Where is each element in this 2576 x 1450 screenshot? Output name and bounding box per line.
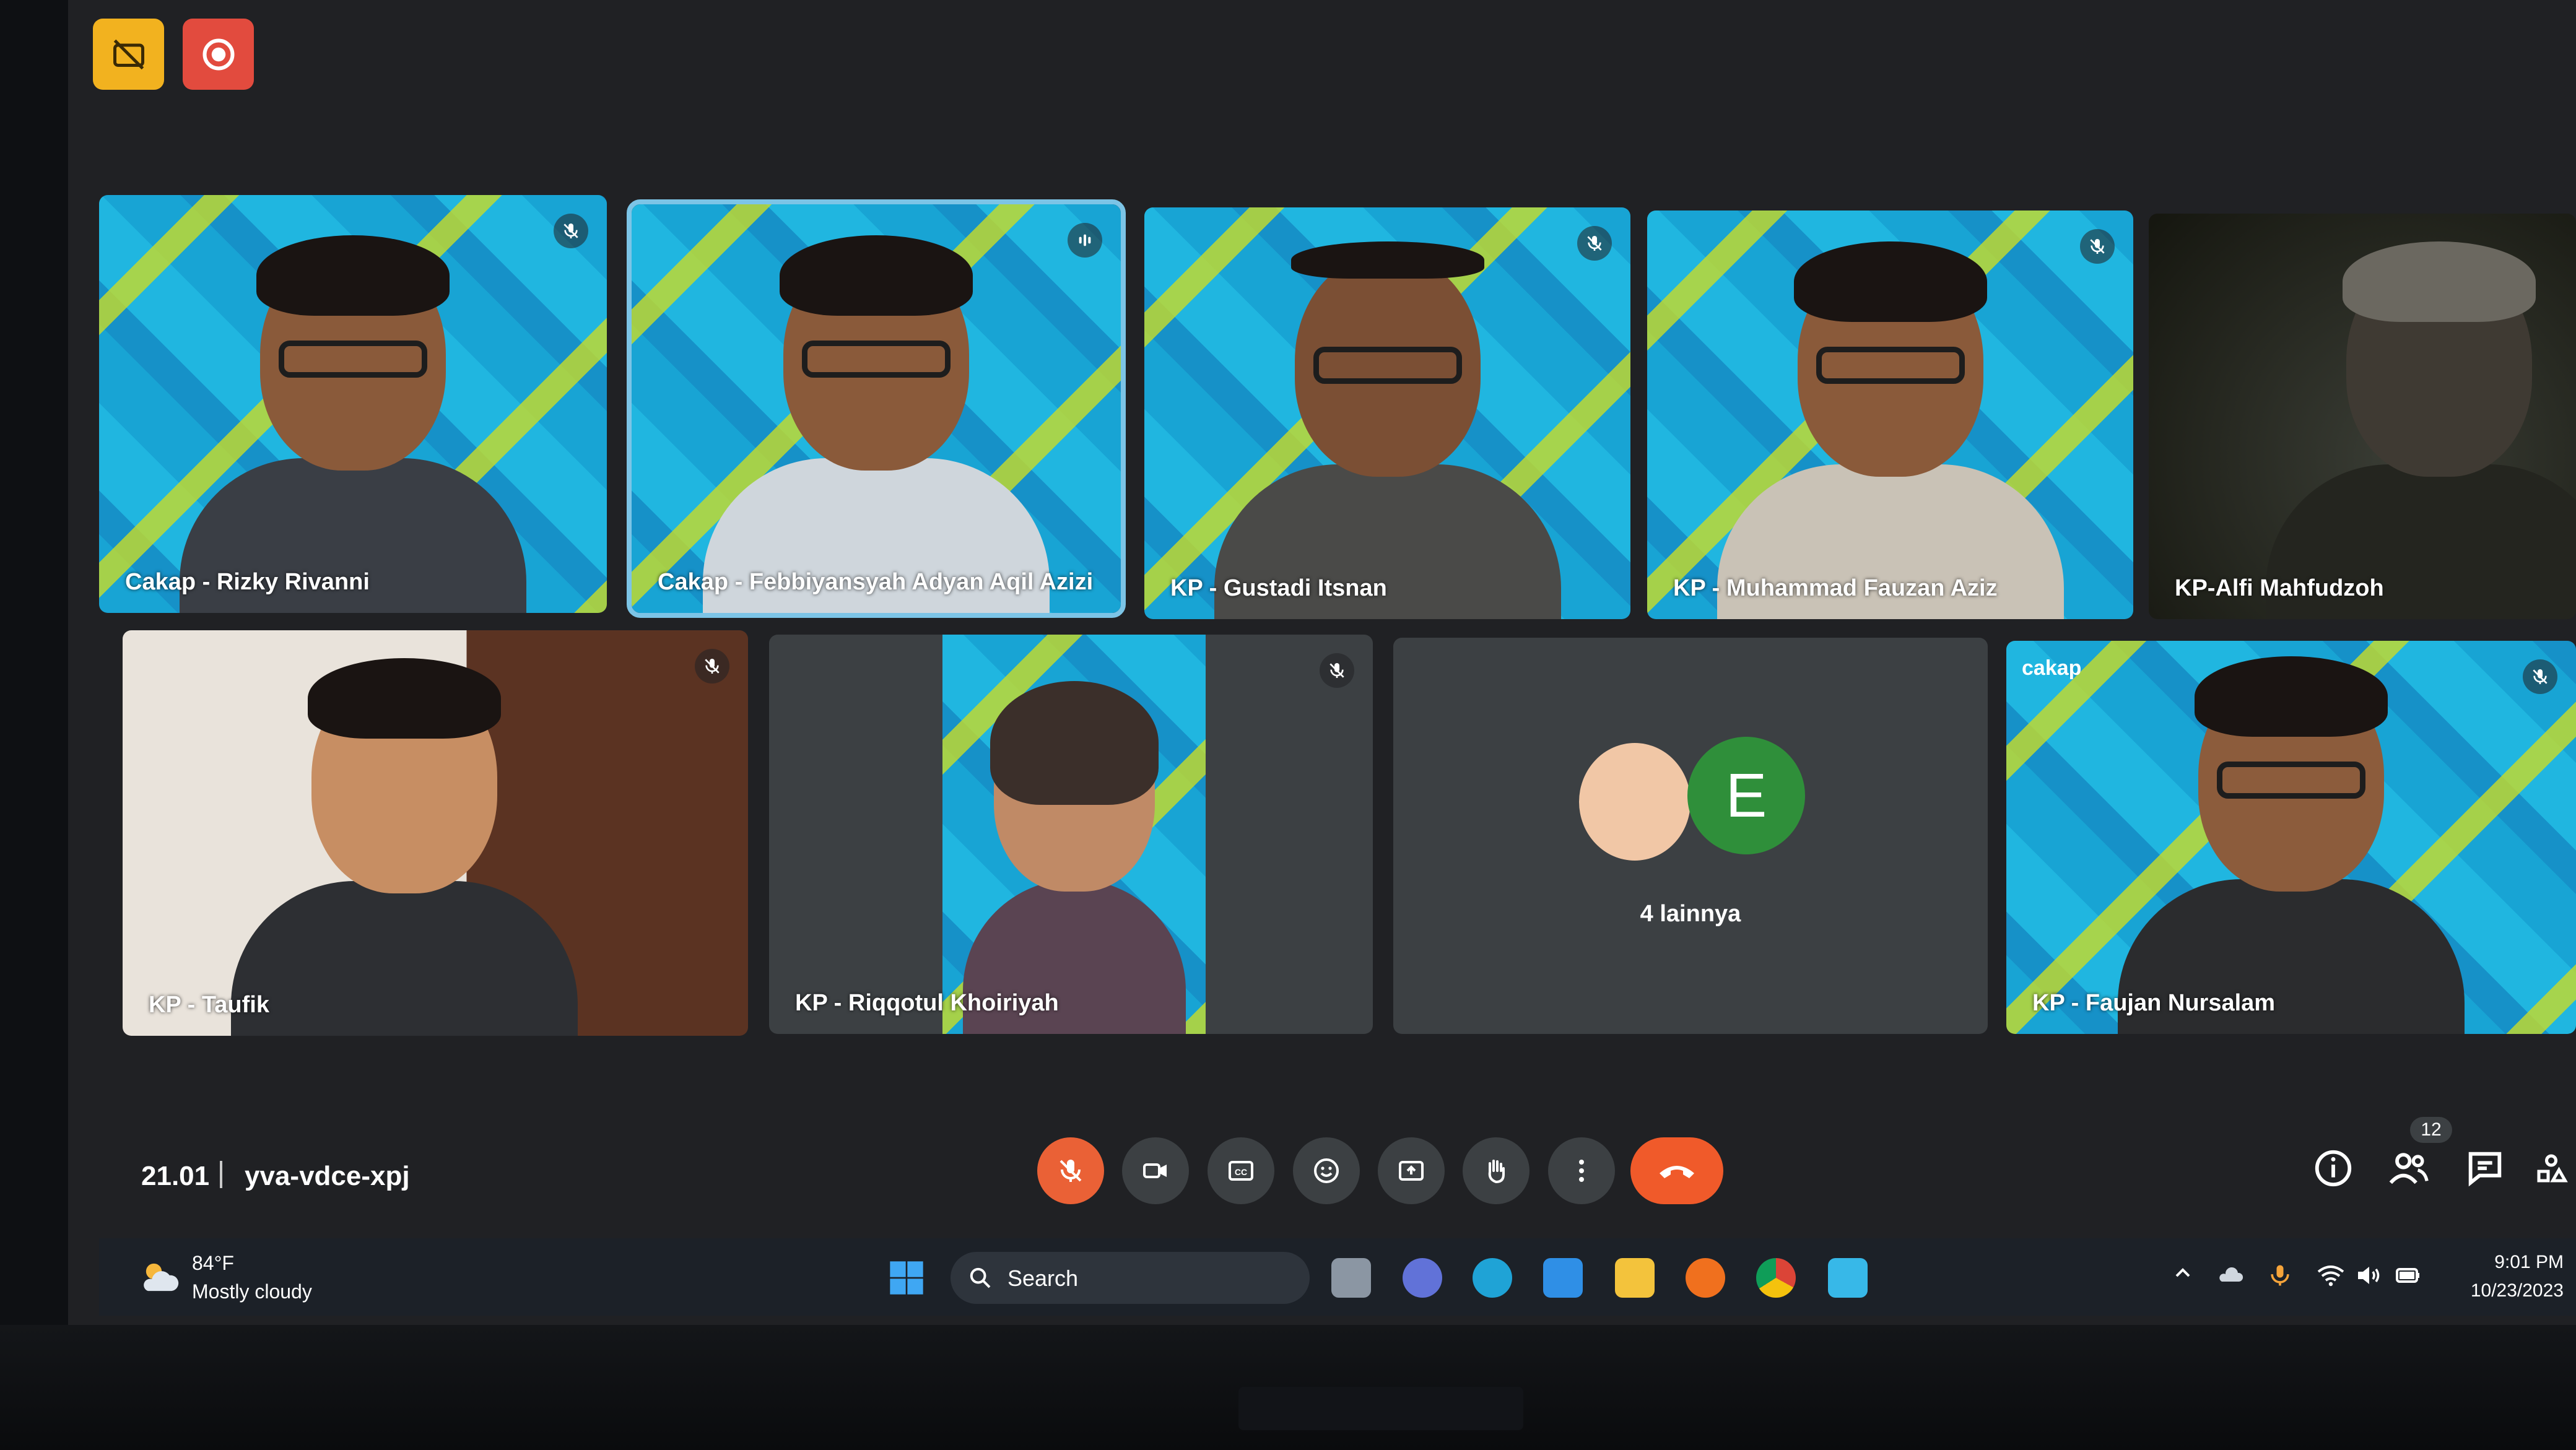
participant-video [180,235,526,613]
task-view-icon[interactable] [1331,1258,1371,1298]
participant-video [1717,241,2064,619]
participant-tile-active-speaker[interactable]: Cakap - Febbiyansyah Adyan Aqil Azizi [627,199,1126,618]
participant-name: KP - Taufik [149,992,269,1018]
participant-tile[interactable]: KP - Taufik [123,630,748,1036]
taskbar-search[interactable]: Search [951,1252,1310,1304]
raise-hand-icon [1488,1160,1505,1184]
end-call-button[interactable] [1630,1137,1723,1204]
participant-name: KP-Alfi Mahfudzoh [2175,575,2384,601]
participant-video [2266,241,2576,619]
more-options-button[interactable] [1548,1137,1615,1204]
record-icon[interactable] [183,19,254,90]
windows-start-icon[interactable] [887,1258,926,1298]
photos-icon[interactable] [1828,1258,1868,1298]
participant-tile[interactable]: KP-Alfi Mahfudzoh [2149,214,2576,619]
mic-off-icon [2080,229,2115,264]
present-icon [1399,1161,1424,1181]
participant-tile[interactable]: Cakap - Rizky Rivanni [99,195,607,613]
people-count-badge: 12 [2410,1117,2452,1143]
weather-cloudy-icon[interactable] [136,1254,183,1301]
meeting-code: yva-vdce-xpj [245,1161,410,1191]
activities-icon[interactable] [2533,1147,2570,1190]
mic-off-icon [554,214,588,248]
weather-temperature: 84°F [192,1252,234,1274]
edge-icon[interactable] [1473,1258,1512,1298]
windows-taskbar: 84°F Mostly cloudy Search 9:01 PM 10/23/… [99,1238,2576,1316]
participant-figure [962,681,1186,1034]
end-call-icon [1660,1166,1694,1178]
microphone-icon[interactable] [2266,1261,2297,1292]
firefox-icon[interactable] [1686,1258,1725,1298]
cakap-logo: cakap [2022,656,2082,680]
mic-off-icon [1320,653,1354,688]
people-icon[interactable] [2387,1147,2430,1190]
wifi-icon[interactable] [2316,1261,2347,1292]
divider [220,1161,222,1188]
participant-name: KP - Riqqotul Khoiriyah [795,990,1059,1016]
speaking-indicator-icon [1068,223,1102,258]
camera-icon [1143,1163,1167,1178]
others-count-label: 4 lainnya [1640,901,1741,927]
mail-icon[interactable] [1543,1258,1583,1298]
emoji-button[interactable] [1293,1137,1360,1204]
participant-video [230,658,578,1036]
others-tile[interactable]: E 4 lainnya [1393,638,1988,1034]
participant-tile[interactable]: cakap KP - Faujan Nursalam [2006,641,2576,1034]
chevron-up-icon[interactable] [2170,1261,2201,1292]
clock-date[interactable]: 10/23/2023 [2452,1280,2564,1301]
svg-text:CC: CC [1235,1167,1247,1177]
more-options-icon [1579,1160,1584,1182]
volume-icon[interactable] [2353,1261,2384,1292]
participant-video [703,235,1050,613]
meeting-time: 21.01 [141,1161,210,1191]
file-explorer-icon[interactable] [1615,1258,1655,1298]
raise-hand-button[interactable] [1463,1137,1530,1204]
participant-video [942,635,1206,1034]
chat-icon[interactable] [2463,1147,2507,1190]
weather-description: Mostly cloudy [192,1280,312,1303]
participant-tile[interactable]: KP - Muhammad Fauzan Aziz [1647,211,2133,619]
captions-icon: CC [1229,1161,1253,1181]
mic-off-icon [1577,226,1612,261]
monitor-logo [1238,1387,1523,1430]
chrome-icon[interactable] [1756,1258,1796,1298]
teams-icon[interactable] [1403,1258,1442,1298]
recording-off-icon[interactable] [93,19,164,90]
participant-name: KP - Gustadi Itsnan [1170,575,1387,601]
mic-off-icon [2523,659,2557,694]
emoji-icon [1314,1158,1339,1183]
participant-name: KP - Muhammad Fauzan Aziz [1673,575,1998,601]
info-icon[interactable] [2312,1147,2355,1190]
mic-toggle-button[interactable] [1037,1137,1104,1204]
participant-name: KP - Faujan Nursalam [2032,990,2276,1016]
monitor-bezel-left [0,0,68,1325]
participant-name: Cakap - Febbiyansyah Adyan Aqil Azizi [658,569,1094,595]
participant-name: Cakap - Rizky Rivanni [125,569,370,595]
mic-off-icon [695,649,729,684]
others-avatars: E [1579,737,1814,861]
battery-icon[interactable] [2393,1261,2424,1292]
participant-tile[interactable]: KP - Riqqotul Khoiriyah [769,635,1373,1034]
captions-button[interactable]: CC [1208,1137,1274,1204]
participant-video [1214,241,1561,619]
onedrive-icon[interactable] [2216,1261,2247,1292]
clock-time[interactable]: 9:01 PM [2452,1252,2564,1273]
participant-video [2118,656,2465,1034]
mic-off-icon [1060,1160,1082,1182]
present-button[interactable] [1378,1137,1445,1204]
search-icon [970,1267,991,1288]
participant-tile[interactable]: KP - Gustadi Itsnan [1144,207,1630,619]
search-label: Search [1007,1265,1079,1291]
avatar: E [1687,737,1805,854]
avatar [1579,743,1690,861]
camera-toggle-button[interactable] [1122,1137,1189,1204]
